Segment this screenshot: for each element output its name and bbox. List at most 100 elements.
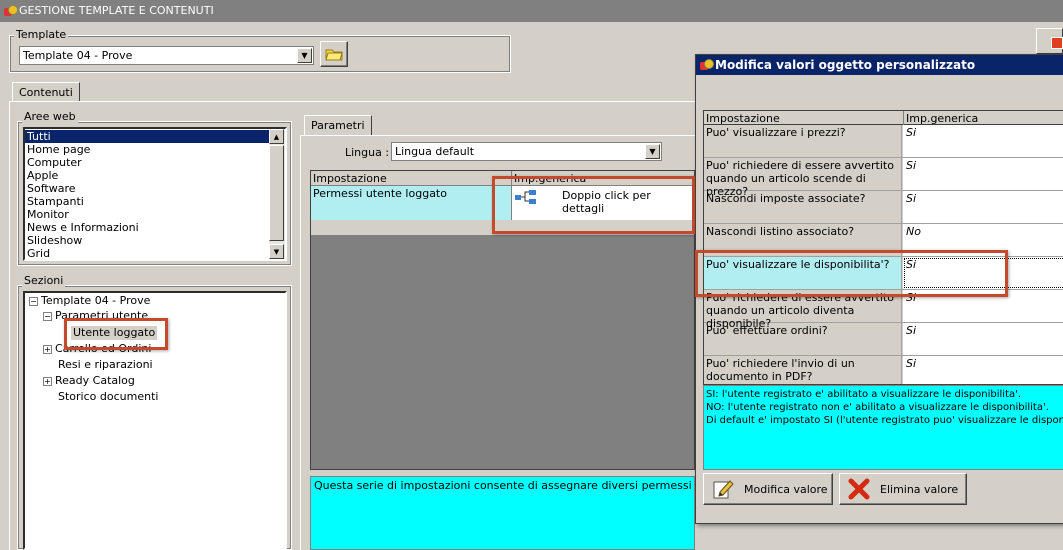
tree-node-resi[interactable]: Resi e riparazioni — [58, 358, 153, 372]
setting-name: Nascondi imposte associate? — [704, 191, 902, 223]
folder-icon — [325, 49, 343, 61]
scroll-up-icon[interactable]: ▲ — [269, 129, 284, 144]
scroll-thumb[interactable] — [269, 145, 284, 241]
expand-icon[interactable]: + — [43, 344, 52, 354]
list-item[interactable]: Stampanti — [25, 195, 270, 208]
aree-web-items: Tutti Home page Computer Apple Software … — [25, 130, 270, 259]
setting-value[interactable]: Si — [903, 356, 1063, 384]
list-item[interactable]: Apple — [25, 169, 270, 182]
aree-web-label: Aree web — [22, 110, 78, 123]
chevron-down-icon[interactable]: ▼ — [297, 48, 312, 63]
template-select[interactable]: Template 04 - Prove ▼ — [19, 46, 314, 65]
scroll-down-icon[interactable]: ▼ — [269, 244, 284, 259]
setting-name: Puo' richiedere di essere avvertito quan… — [704, 158, 902, 198]
setting-name: Puo' richiedere l'invio di un documento … — [704, 356, 902, 384]
tree-node-ready-catalog[interactable]: + Ready Catalog — [43, 374, 135, 388]
list-item[interactable]: Slideshow — [25, 234, 270, 247]
list-item[interactable]: News e Informazioni — [25, 221, 270, 234]
table-row[interactable]: Puo' richiedere di essere avvertito quan… — [704, 290, 1063, 330]
right-edge-button[interactable] — [1036, 28, 1063, 54]
setting-name: Puo' richiedere di essere avvertito quan… — [704, 290, 902, 330]
elimina-valore-button[interactable]: Elimina valore — [839, 473, 967, 505]
delete-icon — [848, 478, 870, 500]
table-row[interactable]: Puo' richiedere l'invio di un documento … — [704, 356, 1063, 384]
grid-col-impostazione[interactable]: Impostazione — [311, 171, 511, 186]
modifica-valore-button[interactable]: Modifica valore — [703, 473, 833, 505]
template-label: Template — [14, 28, 69, 41]
parametri-description: Questa serie di impostazioni consente di… — [310, 476, 695, 550]
lingua-select[interactable]: Lingua default ▼ — [391, 142, 662, 161]
dialog-info-box: SI: l'utente registrato e' abilitato a v… — [703, 385, 1063, 470]
dialog-col-generica[interactable]: Imp.generica — [903, 111, 980, 126]
description-text: Questa serie di impostazioni consente di… — [314, 479, 694, 492]
dialog-titlebar: Modifica valori oggetto personalizzato — [696, 55, 1063, 75]
table-row[interactable]: Puo' richiedere di essere avvertito quan… — [704, 158, 1063, 198]
tree-node-parametri-utente[interactable]: − Parametri utente — [43, 309, 148, 323]
setting-value[interactable]: Si — [903, 323, 1063, 355]
info-line: NO: l'utente registrato non e' abilitato… — [706, 402, 1049, 413]
close-icon — [1051, 37, 1063, 49]
chevron-down-icon[interactable]: ▼ — [645, 144, 660, 159]
row-value: Doppio click per dettagli — [562, 189, 651, 215]
setting-name: Puo' effettuare ordini? — [704, 323, 902, 355]
tree-node-utente-loggato[interactable]: Utente loggato — [71, 326, 158, 340]
tab-parametri-label: Parametri — [311, 119, 365, 132]
setting-name: Puo' visualizzare i prezzi? — [704, 125, 902, 157]
setting-value[interactable]: Si — [903, 257, 1063, 289]
tab-contenuti[interactable]: Contenuti — [12, 82, 80, 102]
tab-parametri[interactable]: Parametri — [304, 115, 372, 136]
list-item[interactable]: Monitor — [25, 208, 270, 221]
lingua-label: Lingua : — [345, 146, 390, 159]
app-titlebar: GESTIONE TEMPLATE E CONTENUTI — [0, 0, 1063, 22]
hierarchy-icon — [515, 190, 536, 204]
tab-contenuti-label: Contenuti — [19, 86, 73, 99]
sezioni-tree[interactable]: − Template 04 - Prove − Parametri utente U… — [23, 291, 287, 550]
list-item[interactable]: Home page — [25, 143, 270, 156]
list-item[interactable]: Computer — [25, 156, 270, 169]
table-row[interactable]: Puo' effettuare ordini? Si — [704, 323, 1063, 356]
parametri-grid[interactable]: Impostazione Imp.generica Permessi utent… — [310, 170, 695, 470]
grid-col-generica[interactable]: Imp.generica — [511, 171, 588, 186]
table-row-selected[interactable]: Puo' visualizzare le disponibilita'? Si — [704, 257, 1063, 290]
tree-node-label: Resi e riparazioni — [58, 358, 153, 371]
list-item[interactable]: Software — [25, 182, 270, 195]
list-item[interactable]: Grid — [25, 247, 270, 259]
row-name: Permessi utente loggato — [313, 187, 447, 200]
aree-web-scrollbar[interactable]: ▲ ▼ — [269, 129, 285, 259]
tree-node-label: Parametri utente — [55, 309, 149, 322]
sezioni-label: Sezioni — [22, 274, 66, 287]
setting-value[interactable]: Si — [903, 158, 1063, 190]
setting-value[interactable]: Si — [903, 125, 1063, 157]
app-title: GESTIONE TEMPLATE E CONTENUTI — [19, 4, 214, 17]
grid-empty-row — [311, 220, 694, 235]
list-item[interactable]: Tutti — [25, 130, 270, 143]
elimina-valore-label: Elimina valore — [880, 482, 959, 496]
tree-node-carrello[interactable]: + Carrello ed Ordini — [43, 342, 151, 356]
expand-icon[interactable]: + — [43, 376, 52, 386]
edit-icon — [713, 480, 734, 499]
info-line: SI: l'utente registrato e' abilitato a v… — [706, 389, 1022, 400]
setting-value[interactable]: Si — [903, 191, 1063, 223]
open-folder-button[interactable] — [320, 41, 348, 67]
tree-node-storico[interactable]: Storico documenti — [58, 390, 158, 404]
dialog-title: Modifica valori oggetto personalizzato — [715, 58, 976, 72]
info-line: Di default e' impostato SI (l'utente reg… — [706, 415, 1063, 426]
app-icon — [4, 5, 18, 17]
aree-web-list[interactable]: Tutti Home page Computer Apple Software … — [23, 127, 287, 261]
setting-value[interactable]: No — [903, 224, 1063, 256]
setting-value[interactable]: Si — [903, 290, 1063, 322]
modifica-valore-label: Modifica valore — [744, 482, 828, 496]
modifica-valori-dialog: Modifica valori oggetto personalizzato I… — [695, 54, 1063, 524]
table-row[interactable]: Puo' visualizzare i prezzi? Si — [704, 125, 1063, 158]
tree-node-root[interactable]: − Template 04 - Prove — [29, 294, 150, 308]
dialog-col-impostazione[interactable]: Impostazione — [704, 111, 902, 126]
template-select-value: Template 04 - Prove — [23, 49, 133, 62]
table-row[interactable]: Nascondi listino associato? No — [704, 224, 1063, 257]
table-row[interactable]: Permessi utente loggato Doppio click per… — [311, 186, 694, 220]
table-row[interactable]: Nascondi imposte associate? Si — [704, 191, 1063, 224]
collapse-icon[interactable]: − — [43, 311, 52, 321]
dialog-grid[interactable]: Impostazione Imp.generica Puo' visualizz… — [703, 110, 1063, 385]
dialog-icon — [700, 59, 714, 71]
row-value-cell[interactable]: Doppio click per dettagli — [511, 186, 694, 220]
collapse-icon[interactable]: − — [29, 296, 38, 306]
